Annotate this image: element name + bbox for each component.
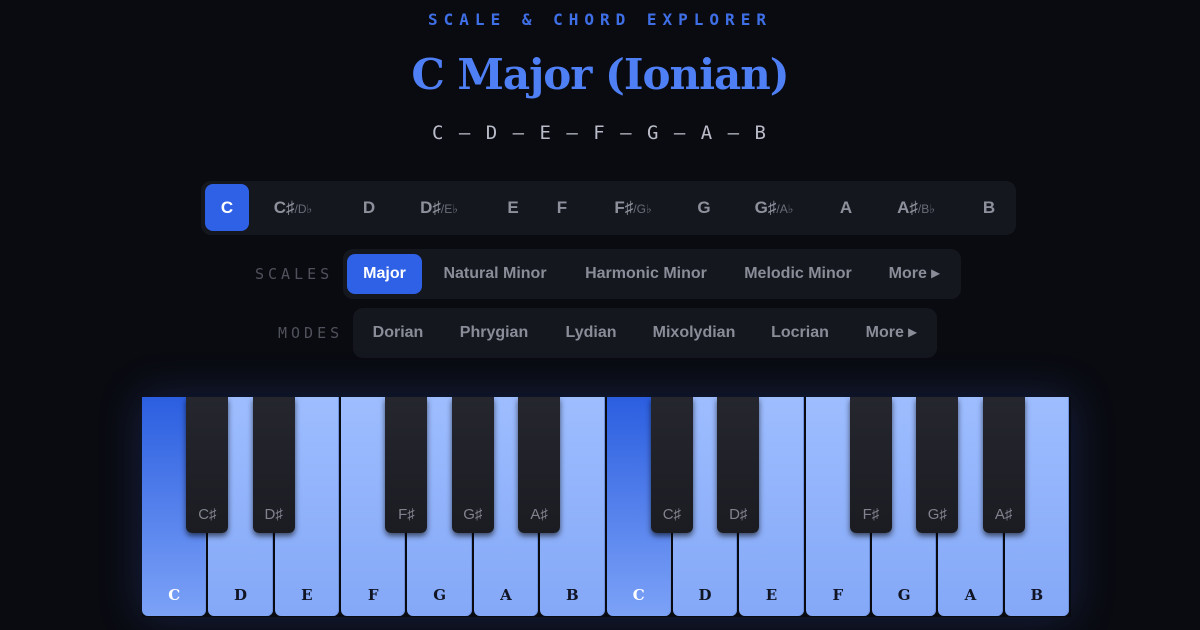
black-key-a-sharp[interactable]: A♯ [518,397,561,533]
white-key-label: G [433,586,447,604]
white-key-label: A [964,586,977,604]
root-button-d-sharp[interactable]: D♯/E♭ [397,184,481,231]
scale-title: C Major (Ionian) [411,50,789,99]
scale-natural-minor-button[interactable]: Natural Minor [431,254,559,294]
root-button-a-sharp[interactable]: A♯/B♭ [874,184,958,231]
white-key-label: E [301,586,313,604]
white-key-label: D [234,586,248,604]
mode-mixolydian-button[interactable]: Mixolydian [641,313,747,353]
black-key-label: F♯ [862,506,880,523]
root-button-f-sharp[interactable]: F♯/G♭ [591,184,675,231]
black-key-d-sharp[interactable]: D♯ [717,397,760,533]
root-button-g-sharp[interactable]: G♯/A♭ [732,184,816,231]
root-button-c-sharp[interactable]: C♯/D♭ [253,184,333,231]
white-key-label: F [367,586,379,604]
root-note-selector: C C♯/D♭ D D♯/E♭ E F F♯/G♭ G G♯/A♭ A A♯/B… [201,181,1016,235]
white-key-label: F [832,586,844,604]
black-key-a-sharp[interactable]: A♯ [982,397,1025,533]
white-key-label: B [1030,586,1044,604]
root-button-f[interactable]: F [540,184,584,231]
white-key-label: D [698,586,712,604]
scale-melodic-minor-button[interactable]: Melodic Minor [731,254,865,294]
white-key-label: C [632,586,645,604]
root-button-c[interactable]: C [205,184,249,231]
root-button-e[interactable]: E [491,184,535,231]
root-button-a[interactable]: A [824,184,868,231]
black-key-f-sharp[interactable]: F♯ [849,397,892,533]
mode-phrygian-button[interactable]: Phrygian [449,313,539,353]
black-key-c-sharp[interactable]: C♯ [650,397,693,533]
black-key-label: D♯ [264,506,283,523]
scales-label: SCALES [255,265,334,283]
black-key-g-sharp[interactable]: G♯ [916,397,959,533]
mode-dorian-button[interactable]: Dorian [363,313,433,353]
black-key-g-sharp[interactable]: G♯ [451,397,494,533]
modes-selector: Dorian Phrygian Lydian Mixolydian Locria… [353,308,937,358]
black-key-label: D♯ [729,506,748,523]
white-key-label: C [168,586,181,604]
app-kicker: SCALE & CHORD EXPLORER [428,10,772,29]
black-key-f-sharp[interactable]: F♯ [385,397,428,533]
black-key-c-sharp[interactable]: C♯ [186,397,229,533]
black-key-label: A♯ [994,506,1013,523]
root-button-d[interactable]: D [347,184,391,231]
white-key-label: B [565,586,579,604]
root-button-b[interactable]: B [967,184,1011,231]
black-key-label: C♯ [662,506,682,523]
black-key-label: G♯ [463,506,483,523]
root-button-g[interactable]: G [682,184,726,231]
mode-lydian-button[interactable]: Lydian [557,313,625,353]
scale-notes: C – D – E – F – G – A – B [432,122,768,144]
mode-locrian-button[interactable]: Locrian [763,313,837,353]
black-key-label: A♯ [530,506,548,523]
modes-more-button[interactable]: More ▸ [855,313,927,353]
scales-more-button[interactable]: More ▸ [879,254,949,294]
scale-major-button[interactable]: Major [347,254,422,294]
scales-selector: Major Natural Minor Harmonic Minor Melod… [343,249,961,299]
piano-keyboard: C D E F G A B C D E F G A B C♯ D♯ F♯ G♯ A♯ C♯ D♯ F♯ G♯ A♯ [142,397,1071,617]
modes-label: MODES [278,324,344,342]
black-key-label: F♯ [398,506,415,523]
scale-harmonic-minor-button[interactable]: Harmonic Minor [573,254,719,294]
black-key-label: G♯ [927,506,947,523]
white-key-label: A [500,586,512,604]
white-key-label: E [765,586,778,604]
black-key-label: C♯ [198,506,217,523]
white-key-label: G [897,586,911,604]
black-key-d-sharp[interactable]: D♯ [252,397,295,533]
